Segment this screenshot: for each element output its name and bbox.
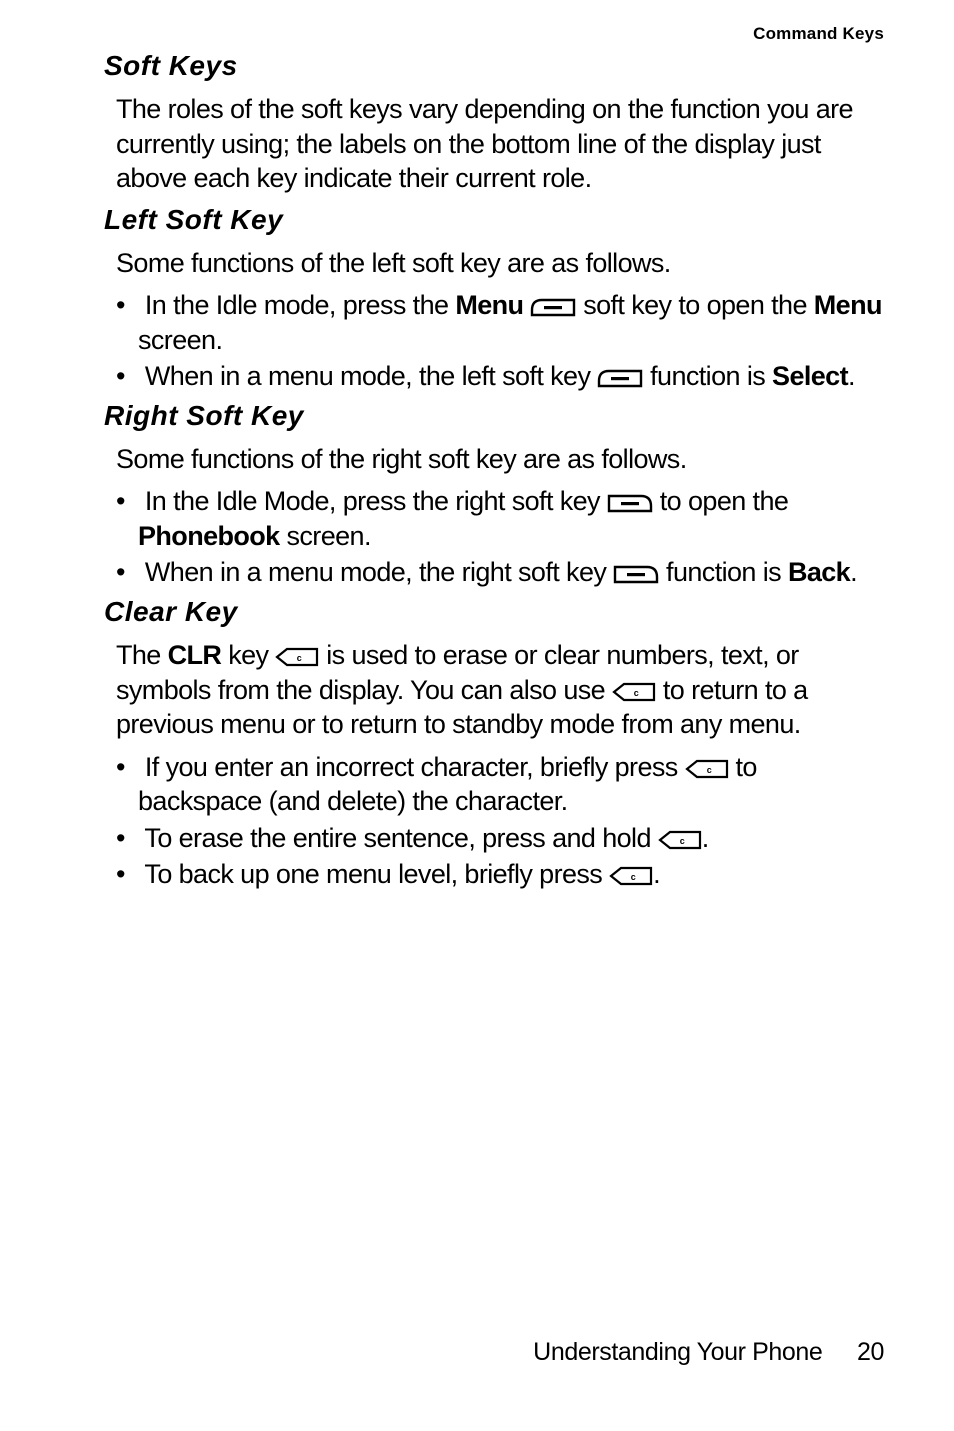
text: function is: [643, 361, 772, 391]
bold-phonebook: Phonebook: [138, 521, 280, 551]
chapter-title: Understanding Your Phone: [533, 1338, 822, 1366]
paragraph-soft-keys: The roles of the soft keys vary dependin…: [116, 92, 884, 196]
paragraph-clear-key: The CLR key is used to erase or clear nu…: [116, 638, 884, 742]
text: To back up one menu level, briefly press: [144, 859, 609, 889]
right-soft-key-icon: [607, 494, 653, 513]
text: In the Idle Mode, press the right soft k…: [145, 486, 607, 516]
text: screen.: [138, 325, 222, 355]
bold-select: Select: [772, 361, 848, 391]
text: .: [702, 823, 709, 853]
text: to open the: [653, 486, 788, 516]
text: .: [653, 859, 660, 889]
text: If you enter an incorrect character, bri…: [145, 752, 685, 782]
heading-left-soft-key: Left Soft Key: [104, 204, 884, 236]
heading-soft-keys: Soft Keys: [104, 50, 884, 82]
list-item: When in a menu mode, the right soft key …: [116, 555, 884, 590]
list-item: In the Idle mode, press the Menu soft ke…: [116, 288, 884, 357]
heading-right-soft-key: Right Soft Key: [104, 400, 884, 432]
text: When in a menu mode, the right soft key: [145, 557, 613, 587]
bold-clr: CLR: [168, 640, 222, 670]
clr-key-icon: [275, 647, 319, 667]
text: key: [221, 640, 275, 670]
clr-key-icon: [685, 759, 729, 779]
bold-menu: Menu: [455, 290, 523, 320]
text: .: [850, 557, 857, 587]
text: [523, 290, 530, 320]
page-container: Command Keys Soft Keys The roles of the …: [0, 0, 954, 1431]
text: The: [116, 640, 168, 670]
bold-back: Back: [788, 557, 850, 587]
left-soft-key-icon: [597, 369, 643, 388]
text: soft key to open the: [576, 290, 813, 320]
text: screen.: [280, 521, 371, 551]
clr-key-icon: [658, 830, 702, 850]
list-item: If you enter an incorrect character, bri…: [116, 750, 884, 819]
text: function is: [659, 557, 788, 587]
list-item: When in a menu mode, the left soft key f…: [116, 359, 884, 394]
page-footer: Understanding Your Phone 20: [533, 1338, 884, 1367]
intro-right-soft-key: Some functions of the right soft key are…: [116, 442, 884, 477]
section-header: Command Keys: [104, 24, 884, 44]
text: When in a menu mode, the left soft key: [145, 361, 597, 391]
list-left-soft-key: In the Idle mode, press the Menu soft ke…: [104, 288, 884, 394]
clr-key-icon: [609, 866, 653, 886]
text: .: [848, 361, 855, 391]
intro-left-soft-key: Some functions of the left soft key are …: [116, 246, 884, 281]
list-item: To erase the entire sentence, press and …: [116, 821, 884, 856]
text: To erase the entire sentence, press and …: [144, 823, 657, 853]
text: In the Idle mode, press the: [145, 290, 455, 320]
left-soft-key-icon: [530, 298, 576, 317]
clr-key-icon: [612, 682, 656, 702]
list-item: In the Idle Mode, press the right soft k…: [116, 484, 884, 553]
list-right-soft-key: In the Idle Mode, press the right soft k…: [104, 484, 884, 590]
right-soft-key-icon: [613, 565, 659, 584]
heading-clear-key: Clear Key: [104, 596, 884, 628]
list-item: To back up one menu level, briefly press…: [116, 857, 884, 892]
list-clear-key: If you enter an incorrect character, bri…: [104, 750, 884, 892]
bold-menu: Menu: [814, 290, 882, 320]
page-number: 20: [857, 1338, 884, 1367]
